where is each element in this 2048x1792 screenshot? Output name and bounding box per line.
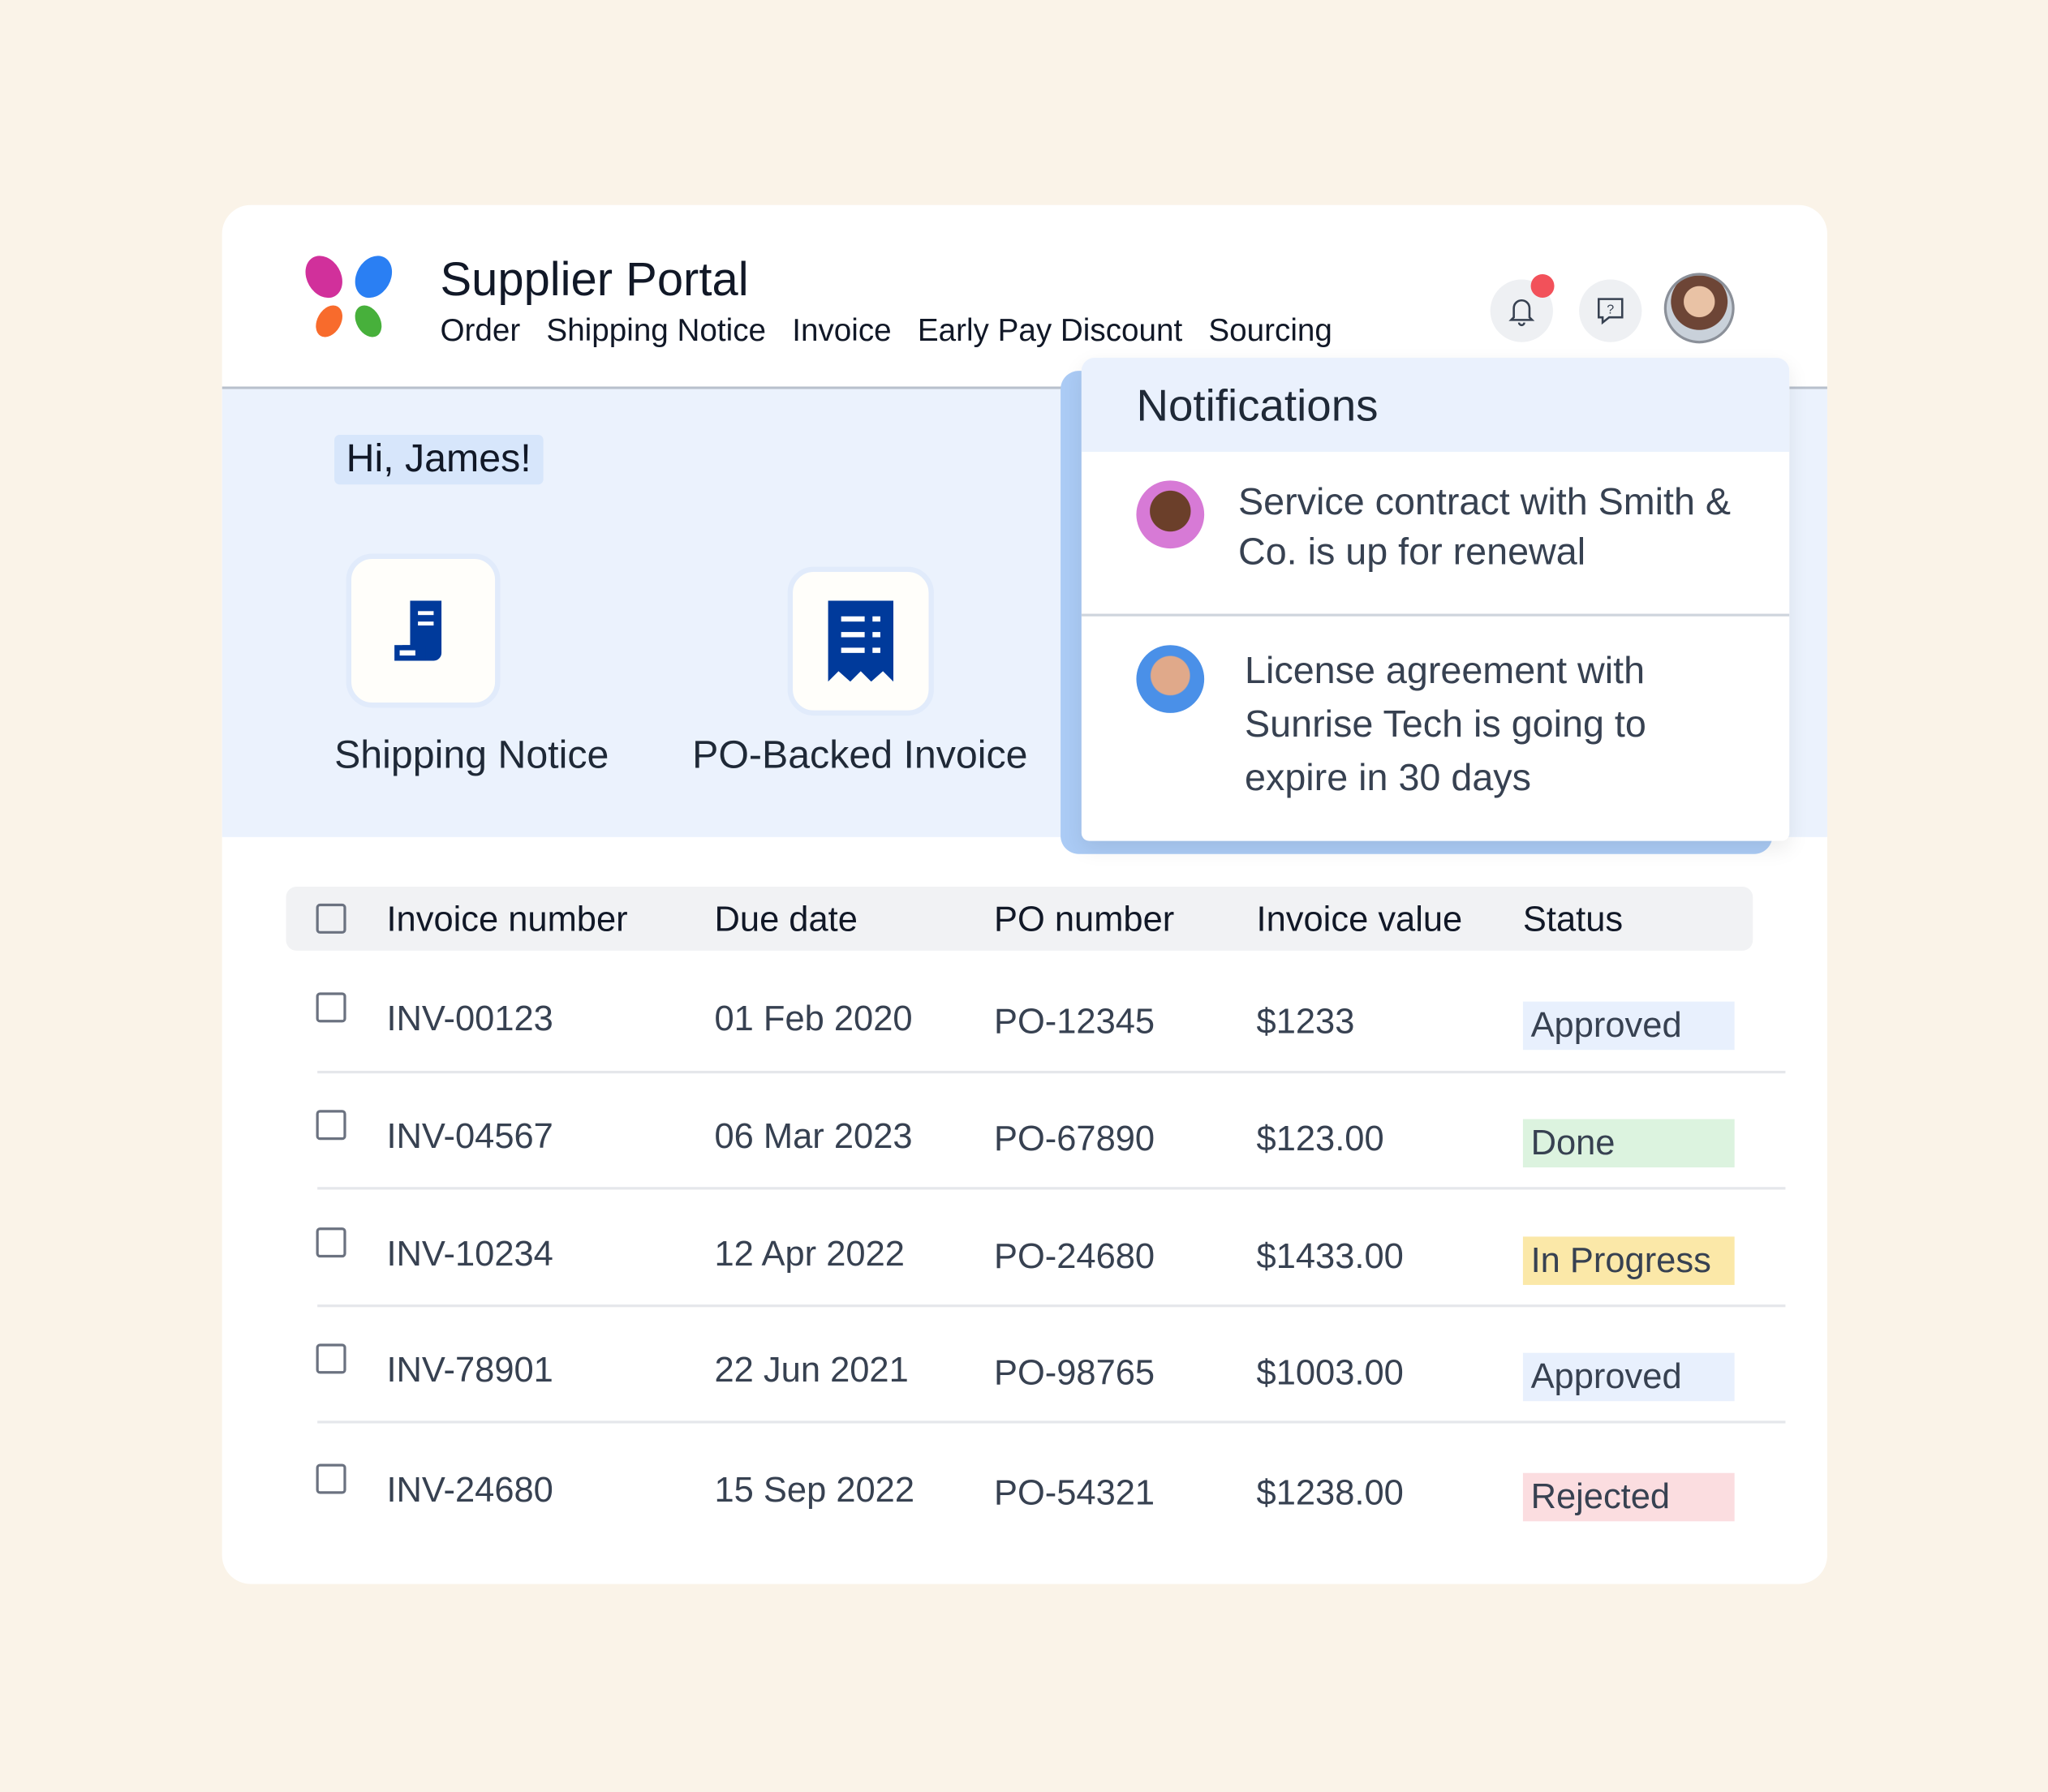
avatar xyxy=(1136,645,1205,713)
row-divider xyxy=(317,1187,1786,1190)
po-backed-invoice-tile[interactable] xyxy=(787,566,934,716)
po-number: PO-54321 xyxy=(993,1472,1155,1513)
row-divider xyxy=(317,1070,1786,1074)
status-badge: Approved xyxy=(1522,1001,1735,1051)
shipping-notice-tile[interactable] xyxy=(346,553,501,708)
row-checkbox[interactable] xyxy=(316,1227,346,1258)
col-po-number[interactable]: PO number xyxy=(994,900,1174,940)
row-checkbox[interactable] xyxy=(316,1463,346,1494)
notification-text: License agreement with Sunrise Tech is g… xyxy=(1245,650,1646,800)
invoice-value: $1433.00 xyxy=(1256,1236,1404,1276)
nav-invoice[interactable]: Invoice xyxy=(792,313,891,350)
butterfly-logo-icon xyxy=(305,256,393,337)
row-checkbox[interactable] xyxy=(316,1110,346,1141)
bell-icon xyxy=(1508,299,1535,327)
due-date: 12 Apr 2022 xyxy=(714,1234,905,1274)
status-badge: Approved xyxy=(1522,1352,1735,1402)
po-number: PO-24680 xyxy=(993,1236,1155,1276)
status-badge: Rejected xyxy=(1522,1472,1735,1522)
invoice-value: $1233 xyxy=(1256,1001,1355,1041)
col-status[interactable]: Status xyxy=(1523,900,1623,940)
portal-card: Supplier Portal Order Shipping Notice In… xyxy=(222,204,1827,1584)
table-header: Invoice number Due date PO number Invoic… xyxy=(286,886,1753,951)
shipping-receipt-icon xyxy=(394,600,442,661)
avatar xyxy=(1136,480,1205,549)
invoice-value: $1003.00 xyxy=(1256,1352,1404,1392)
notification-item[interactable]: License agreement with Sunrise Tech is g… xyxy=(1082,617,1789,841)
row-checkbox[interactable] xyxy=(316,992,346,1023)
svg-text:?: ? xyxy=(1607,302,1614,316)
invoice-number[interactable]: INV-24680 xyxy=(386,1471,553,1511)
invoice-value: $1238.00 xyxy=(1256,1472,1404,1513)
po-number: PO-98765 xyxy=(993,1352,1155,1392)
app-title: Supplier Portal xyxy=(440,251,749,306)
notifications-panel: Notifications Service contract with Smit… xyxy=(1081,358,1790,841)
invoice-number[interactable]: INV-78901 xyxy=(386,1350,553,1390)
help-button[interactable]: ? xyxy=(1579,279,1642,342)
due-date: 15 Sep 2022 xyxy=(714,1470,915,1510)
status-badge: In Progress xyxy=(1522,1236,1735,1285)
due-date: 06 Mar 2023 xyxy=(714,1116,913,1156)
nav-early-pay-discount[interactable]: Early Pay Discount xyxy=(918,313,1182,350)
po-number: PO-12345 xyxy=(993,1001,1155,1041)
notification-item[interactable]: Service contract with Smith & Co. is up … xyxy=(1082,452,1789,614)
greeting: Hi, James! xyxy=(334,435,544,485)
notifications-title: Notifications xyxy=(1081,358,1790,452)
nav-sourcing[interactable]: Sourcing xyxy=(1208,313,1332,350)
col-due-date[interactable]: Due date xyxy=(715,900,858,940)
invoice-number[interactable]: INV-10234 xyxy=(386,1234,553,1274)
help-chat-icon: ? xyxy=(1597,298,1624,325)
notifications-dropdown: Notifications Service contract with Smit… xyxy=(1061,358,1790,854)
col-invoice-value[interactable]: Invoice value xyxy=(1257,900,1463,940)
row-divider xyxy=(317,1304,1786,1308)
invoice-value: $123.00 xyxy=(1256,1119,1384,1158)
nav-order[interactable]: Order xyxy=(440,313,520,350)
user-avatar[interactable] xyxy=(1663,273,1735,344)
select-all-checkbox[interactable] xyxy=(316,903,346,934)
due-date: 01 Feb 2020 xyxy=(714,999,913,1038)
shipping-notice-label: Shipping Notice xyxy=(334,733,609,777)
notification-text: Service contract with Smith & Co. is up … xyxy=(1237,481,1732,574)
notification-dot xyxy=(1530,274,1555,299)
invoice-receipt-icon xyxy=(828,600,894,682)
status-badge: Done xyxy=(1522,1119,1735,1168)
due-date: 22 Jun 2021 xyxy=(714,1350,909,1390)
col-invoice-number[interactable]: Invoice number xyxy=(386,900,627,940)
row-divider xyxy=(317,1420,1786,1424)
row-checkbox[interactable] xyxy=(316,1343,346,1374)
main-nav: Order Shipping Notice Invoice Early Pay … xyxy=(440,313,1332,350)
nav-shipping-notice[interactable]: Shipping Notice xyxy=(546,313,766,350)
invoice-number[interactable]: INV-00123 xyxy=(386,999,553,1039)
po-backed-invoice-label: PO-Backed Invoice xyxy=(692,733,1028,777)
po-number: PO-67890 xyxy=(993,1119,1155,1158)
invoice-number[interactable]: INV-04567 xyxy=(386,1116,553,1157)
